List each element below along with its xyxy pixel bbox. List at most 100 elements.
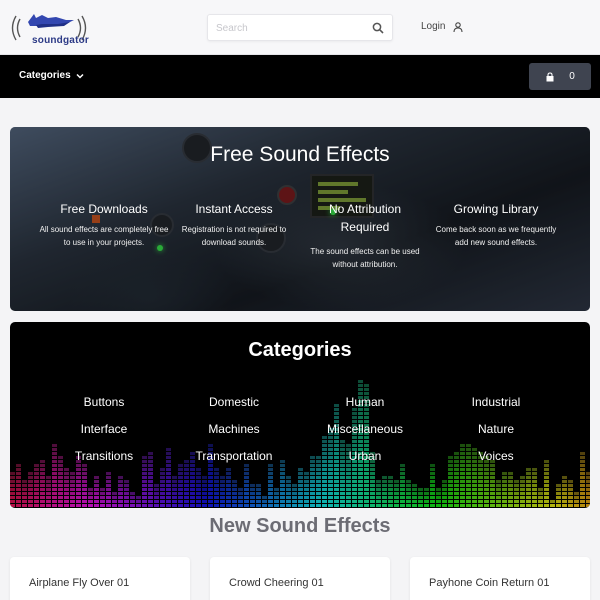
equalizer-bar-segment: [16, 464, 21, 467]
equalizer-bar-segment: [64, 500, 69, 503]
equalizer-bar-segment: [502, 492, 507, 495]
equalizer-bar-segment: [154, 484, 159, 487]
equalizer-bar-segment: [340, 464, 345, 467]
soundgator-logo[interactable]: soundgator: [8, 8, 90, 48]
equalizer-bar-segment: [244, 492, 249, 495]
equalizer-bar-segment: [118, 492, 123, 495]
category-link-urban[interactable]: Urban: [300, 449, 430, 463]
equalizer-bar-segment: [322, 472, 327, 475]
equalizer-bar-segment: [364, 472, 369, 475]
equalizer-bar-segment: [502, 500, 507, 503]
category-link-voices[interactable]: Voices: [431, 449, 561, 463]
equalizer-bar-segment: [34, 480, 39, 483]
equalizer-bar-segment: [208, 480, 213, 483]
feature-title: Instant Access: [195, 202, 273, 216]
equalizer-bar-segment: [484, 464, 489, 467]
equalizer-bar-segment: [16, 484, 21, 487]
category-link-transportation[interactable]: Transportation: [169, 449, 299, 463]
equalizer-bar-segment: [406, 484, 411, 487]
category-link-miscellaneous[interactable]: Miscellaneous: [300, 422, 430, 436]
equalizer-bar-segment: [454, 500, 459, 503]
equalizer-bar-segment: [16, 504, 21, 507]
equalizer-bar-segment: [214, 480, 219, 483]
equalizer-bar-segment: [430, 484, 435, 487]
category-link-industrial[interactable]: Industrial: [431, 395, 561, 409]
equalizer-bar-segment: [190, 504, 195, 507]
equalizer-bar-segment: [10, 504, 15, 507]
equalizer-bar-segment: [364, 504, 369, 507]
equalizer-bar-segment: [334, 444, 339, 447]
equalizer-bar-segment: [316, 484, 321, 487]
equalizer-bar-segment: [472, 500, 477, 503]
equalizer-bar-segment: [346, 480, 351, 483]
equalizer-bar-segment: [406, 504, 411, 507]
category-link-transitions[interactable]: Transitions: [39, 449, 169, 463]
equalizer-bar-segment: [94, 496, 99, 499]
equalizer-bar-segment: [154, 500, 159, 503]
equalizer-bar-segment: [190, 484, 195, 487]
equalizer-bar-segment: [232, 488, 237, 491]
equalizer-bar-segment: [346, 444, 351, 447]
equalizer-bar-segment: [364, 488, 369, 491]
equalizer-bar-segment: [148, 476, 153, 479]
equalizer-bar-segment: [280, 468, 285, 471]
categories-dropdown[interactable]: Categories: [19, 70, 84, 81]
equalizer-bar-segment: [256, 484, 261, 487]
equalizer-bar-segment: [244, 484, 249, 487]
equalizer-bar-segment: [196, 468, 201, 471]
equalizer-bar-segment: [232, 500, 237, 503]
search-icon[interactable]: [372, 22, 384, 34]
equalizer-bar-segment: [190, 476, 195, 479]
equalizer-bar-segment: [154, 488, 159, 491]
equalizer-bar-segment: [412, 492, 417, 495]
equalizer-bar-segment: [436, 500, 441, 503]
equalizer-bar-segment: [262, 500, 267, 503]
category-link-domestic[interactable]: Domestic: [169, 395, 299, 409]
equalizer-bar-segment: [76, 472, 81, 475]
category-link-human[interactable]: Human: [300, 395, 430, 409]
sound-card[interactable]: Payhone Coin Return 01: [410, 557, 590, 600]
equalizer-bar-segment: [274, 492, 279, 495]
equalizer-bar-segment: [520, 488, 525, 491]
equalizer-bar-segment: [478, 476, 483, 479]
search-box[interactable]: [207, 14, 393, 41]
equalizer-bar-segment: [58, 496, 63, 499]
equalizer-bar-segment: [328, 472, 333, 475]
equalizer-bar-segment: [148, 464, 153, 467]
equalizer-bar-segment: [502, 476, 507, 479]
equalizer-bar-segment: [400, 488, 405, 491]
equalizer-bar-segment: [64, 480, 69, 483]
category-link-interface[interactable]: Interface: [39, 422, 169, 436]
equalizer-bar-segment: [364, 492, 369, 495]
equalizer-bar-segment: [484, 468, 489, 471]
equalizer-bar-segment: [562, 488, 567, 491]
equalizer-bar-segment: [142, 468, 147, 471]
equalizer-bar-segment: [208, 492, 213, 495]
cart-button[interactable]: 0: [529, 63, 591, 90]
login-link[interactable]: Login: [421, 21, 464, 32]
equalizer-bar-segment: [28, 496, 33, 499]
sound-card[interactable]: Crowd Cheering 01: [210, 557, 390, 600]
category-link-machines[interactable]: Machines: [169, 422, 299, 436]
equalizer-bar-segment: [472, 504, 477, 507]
equalizer-bar-segment: [22, 496, 27, 499]
equalizer-bar-segment: [124, 504, 129, 507]
sound-card[interactable]: Airplane Fly Over 01: [10, 557, 190, 600]
equalizer-bar-segment: [448, 480, 453, 483]
equalizer-bar-segment: [340, 468, 345, 471]
equalizer-bar-segment: [94, 484, 99, 487]
equalizer-bar-segment: [532, 500, 537, 503]
equalizer-bar-segment: [106, 492, 111, 495]
equalizer-bar-segment: [544, 464, 549, 467]
category-link-buttons[interactable]: Buttons: [39, 395, 169, 409]
sound-title: Crowd Cheering 01: [229, 577, 324, 589]
search-input[interactable]: [216, 20, 366, 36]
equalizer-bar-segment: [508, 500, 513, 503]
equalizer-bar-segment: [382, 496, 387, 499]
equalizer-bar-segment: [304, 500, 309, 503]
equalizer-bar-segment: [346, 504, 351, 507]
category-link-nature[interactable]: Nature: [431, 422, 561, 436]
equalizer-bar-segment: [196, 476, 201, 479]
equalizer-bar-segment: [40, 504, 45, 507]
equalizer-bar-segment: [580, 492, 585, 495]
